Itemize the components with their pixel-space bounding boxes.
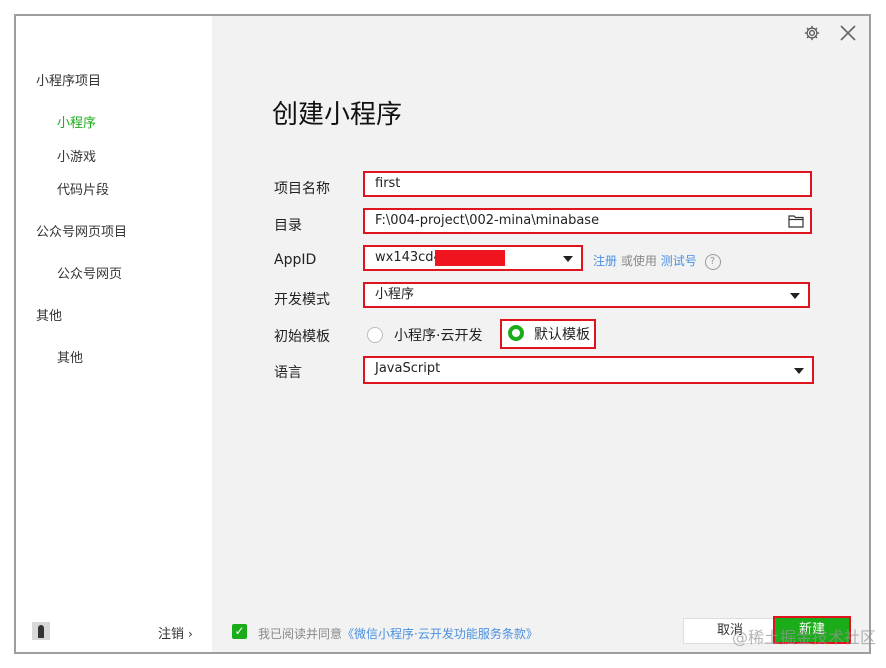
directory-value: F:\004-project\002-mina\minabase <box>375 213 600 228</box>
template-option-default-label: 默认模板 <box>534 327 590 343</box>
dev-mode-label: 开发模式 <box>274 292 330 308</box>
project-name-label: 项目名称 <box>274 181 330 197</box>
template-label: 初始模板 <box>274 329 330 345</box>
appid-value: wx143cd4 <box>375 250 442 265</box>
sidebar-item-official-webpage[interactable]: 公众号网页 <box>57 263 122 282</box>
language-select[interactable]: JavaScript <box>363 356 814 384</box>
agreement-text: 我已阅读并同意《微信小程序·云开发功能服务条款》 <box>258 625 538 642</box>
redacted-block <box>435 250 505 266</box>
sidebar-item-miniprogram[interactable]: 小程序 <box>57 112 96 131</box>
sidebar-footer: 注销 › <box>16 612 212 652</box>
chevron-down-icon <box>790 293 800 299</box>
dev-mode-value: 小程序 <box>375 287 415 302</box>
sidebar-item-other[interactable]: 其他 <box>57 347 83 366</box>
terms-link[interactable]: 《微信小程序·云开发功能服务条款》 <box>342 627 538 641</box>
agree-checkbox[interactable]: ✓ <box>232 624 247 639</box>
project-name-input[interactable]: first <box>363 171 812 197</box>
main-panel: 创建小程序 项目名称 first 目录 F:\004-project\002-m… <box>212 16 869 612</box>
logout-button[interactable]: 注销 › <box>158 623 193 642</box>
or-use-text: 或使用 <box>620 254 657 268</box>
avatar[interactable] <box>32 622 50 640</box>
sidebar-group-other: 其他 <box>36 309 63 324</box>
dev-mode-select[interactable]: 小程序 <box>363 282 810 308</box>
watermark: @稀土掘金技术社区 <box>731 628 876 647</box>
chevron-down-icon <box>563 256 573 262</box>
appid-help: 注册 或使用 测试号 ? <box>593 252 721 270</box>
directory-input[interactable]: F:\004-project\002-mina\minabase <box>363 208 812 234</box>
test-account-link[interactable]: 测试号 <box>661 254 697 268</box>
folder-icon[interactable] <box>788 214 804 228</box>
appid-select[interactable]: wx143cd4 <box>363 245 583 271</box>
help-icon[interactable]: ? <box>704 253 721 270</box>
sidebar-group-miniprogram: 小程序项目 <box>36 74 102 89</box>
logout-label: 注销 <box>158 627 185 642</box>
directory-label: 目录 <box>274 218 302 234</box>
appid-label: AppID <box>274 252 317 268</box>
sidebar: 小程序项目 小程序 小游戏 代码片段 公众号网页项目 公众号网页 其他 其他 注… <box>16 16 212 652</box>
close-icon[interactable] <box>837 22 859 44</box>
template-option-cloud-label: 小程序·云开发 <box>394 328 483 344</box>
radio-selected <box>508 325 524 341</box>
create-project-dialog: 小程序项目 小程序 小游戏 代码片段 公众号网页项目 公众号网页 其他 其他 注… <box>14 14 871 654</box>
language-label: 语言 <box>274 365 302 381</box>
project-name-value: first <box>375 176 401 191</box>
sidebar-item-minigame[interactable]: 小游戏 <box>57 146 96 165</box>
chevron-right-icon: › <box>188 627 193 641</box>
radio-unselected <box>367 327 383 343</box>
agree-prefix: 我已阅读并同意 <box>258 627 343 641</box>
register-link[interactable]: 注册 <box>593 254 617 268</box>
sidebar-item-code-snippet[interactable]: 代码片段 <box>57 179 109 198</box>
chevron-down-icon <box>794 368 804 374</box>
language-value: JavaScript <box>375 361 441 376</box>
template-option-default[interactable]: 默认模板 <box>500 319 596 349</box>
page-title: 创建小程序 <box>272 100 403 130</box>
sidebar-group-official-account: 公众号网页项目 <box>36 225 128 240</box>
gear-icon[interactable] <box>803 24 821 42</box>
